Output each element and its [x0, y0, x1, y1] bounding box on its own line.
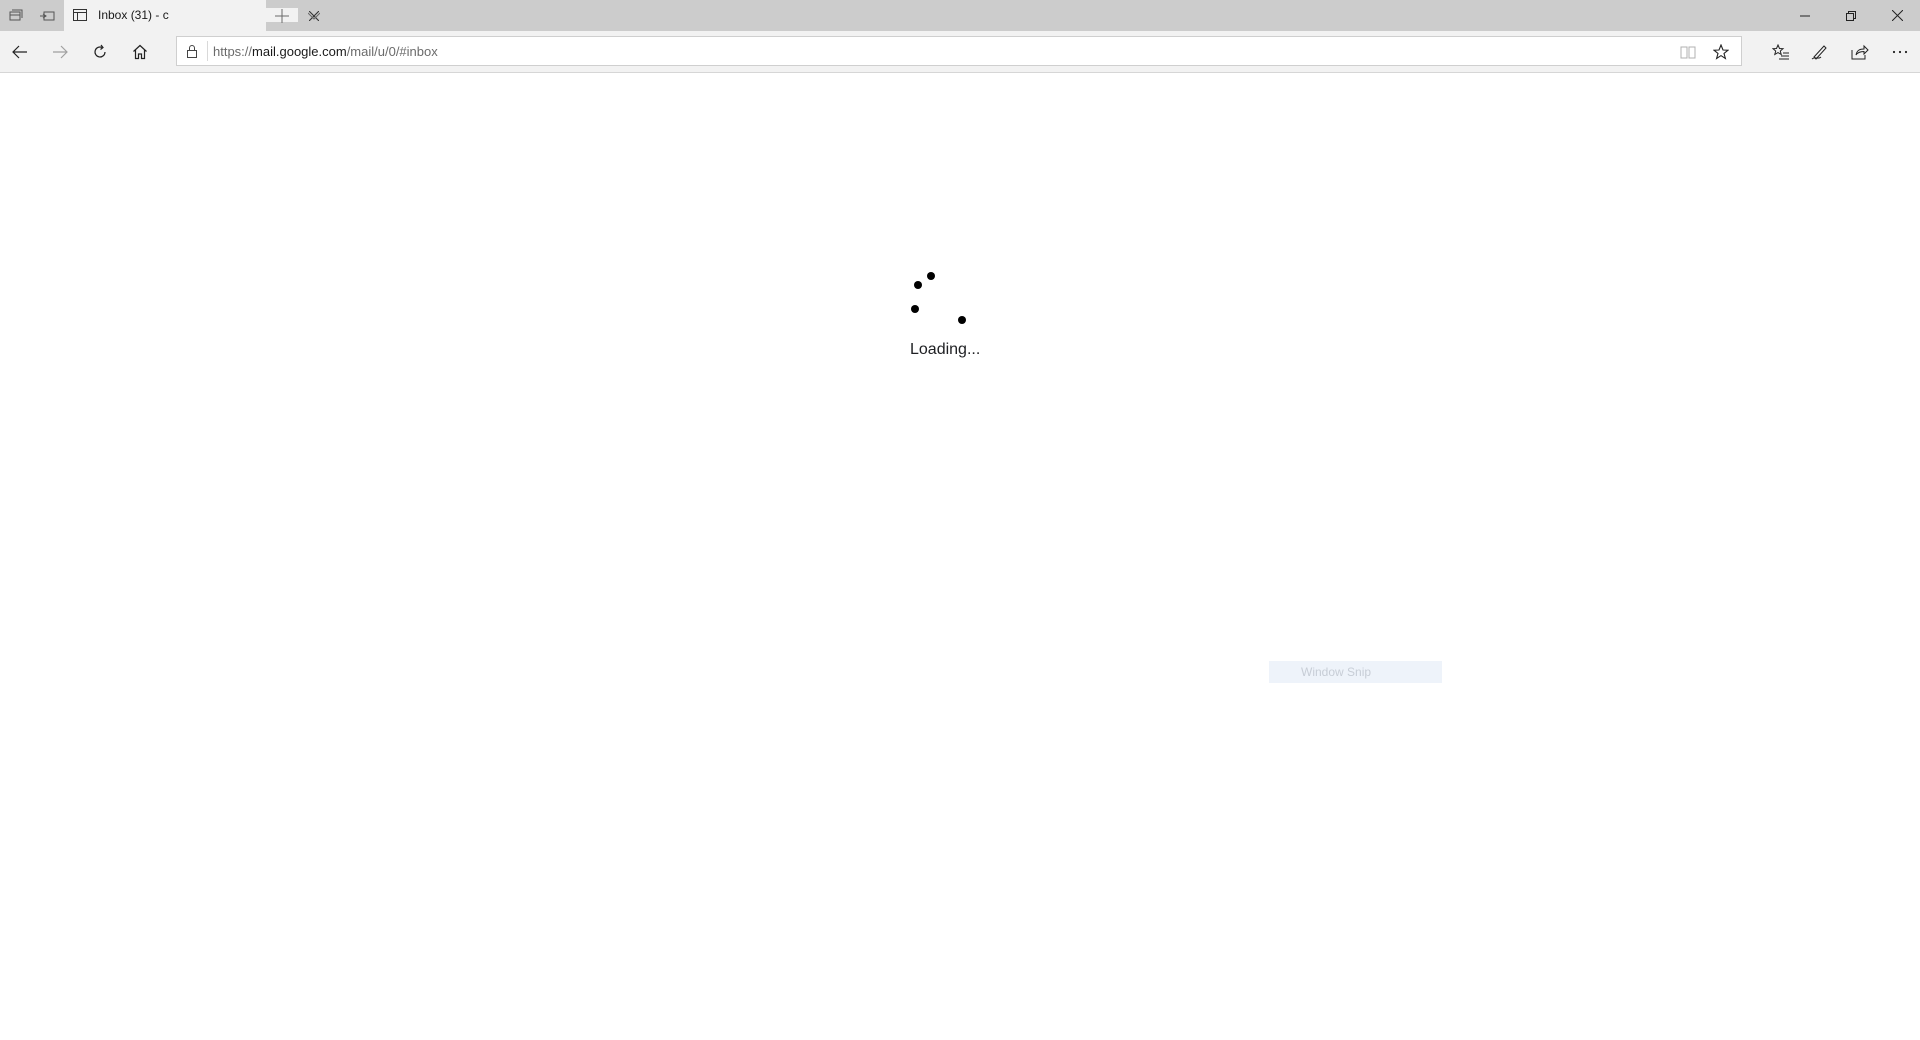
tabs-aside-button[interactable]: [0, 0, 32, 31]
tab-previews-button[interactable]: [298, 0, 330, 31]
window-snip-hint: Window Snip: [1269, 661, 1442, 683]
loading-spinner-icon: [911, 272, 966, 324]
star-icon: [1713, 44, 1729, 60]
ellipsis-icon: [1892, 50, 1908, 54]
refresh-button[interactable]: [83, 35, 117, 69]
plus-icon: [275, 8, 289, 23]
add-favorite-button[interactable]: [1710, 41, 1732, 63]
book-icon: [1680, 46, 1696, 59]
close-icon: [1891, 10, 1903, 21]
page-icon: [73, 9, 87, 21]
url-host: mail.google.com: [252, 44, 347, 59]
window-close-button[interactable]: [1874, 0, 1920, 31]
forward-arrow-icon: [53, 45, 68, 59]
navigation-bar: https://mail.google.com/mail/u/0/#inbox: [0, 31, 1920, 73]
share-button[interactable]: [1843, 35, 1877, 69]
restore-button[interactable]: [1828, 0, 1874, 31]
address-bar[interactable]: https://mail.google.com/mail/u/0/#inbox: [176, 36, 1742, 66]
tab-active[interactable]: Inbox (31) - c: [64, 0, 319, 31]
favorites-list-icon: [1772, 44, 1789, 60]
home-icon: [133, 44, 147, 60]
chevron-down-icon: [308, 12, 320, 20]
reading-view-button[interactable]: [1677, 41, 1699, 63]
refresh-icon: [94, 44, 106, 58]
pen-icon: [1811, 45, 1827, 60]
url-path: /mail/u/0/#inbox: [346, 44, 438, 59]
more-button[interactable]: [1883, 35, 1917, 69]
favorites-hub-button[interactable]: [1764, 35, 1798, 69]
back-arrow-icon: [12, 45, 27, 59]
lock-icon[interactable]: [185, 44, 199, 58]
notes-button[interactable]: [1803, 35, 1837, 69]
restore-icon: [1846, 10, 1856, 21]
minimize-icon: [1800, 15, 1810, 16]
minimize-button[interactable]: [1782, 0, 1828, 31]
address-separator: [207, 41, 208, 61]
tabs-preview-icon: [40, 11, 55, 20]
loading-text: Loading...: [910, 341, 981, 358]
back-button[interactable]: [3, 35, 37, 69]
url-text[interactable]: https://mail.google.com/mail/u/0/#inbox: [213, 44, 438, 59]
url-scheme: https://: [213, 44, 253, 59]
tabs-aside-icon: [9, 9, 23, 20]
share-icon: [1851, 44, 1869, 60]
tab-strip: Inbox (31) - c: [0, 0, 1920, 31]
tab-title: Inbox (31) - c: [98, 8, 169, 22]
page-content: Loading... Window Snip: [0, 73, 1920, 1040]
show-aside-tabs-button[interactable]: [32, 0, 64, 31]
forward-button[interactable]: [43, 35, 77, 69]
home-button[interactable]: [123, 35, 157, 69]
new-tab-button[interactable]: [266, 0, 298, 31]
